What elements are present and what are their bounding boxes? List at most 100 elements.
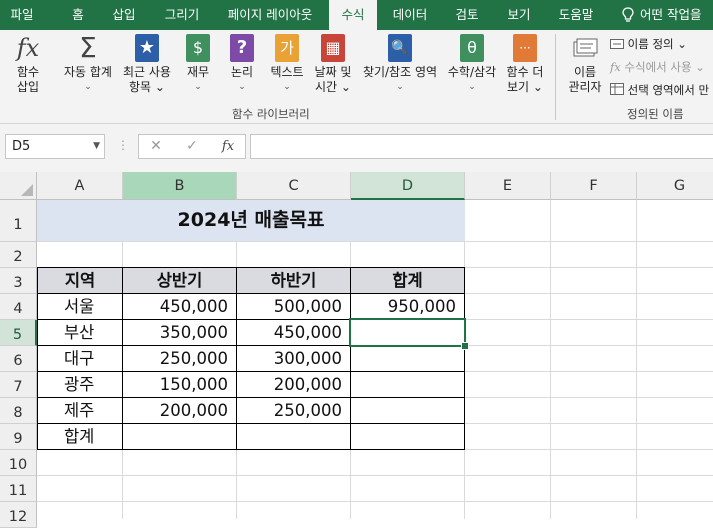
financial-button[interactable]: $ 재무 ⌄ [180, 34, 216, 95]
cell-h1[interactable]: 350,000 [122, 319, 237, 346]
row-header-1[interactable]: 1 [0, 200, 37, 242]
header-cell-total[interactable]: 합계 [350, 267, 465, 294]
title-cell[interactable]: 2024년 매출목표 [37, 200, 465, 241]
formula-input[interactable] [250, 134, 713, 159]
column-header-f[interactable]: F [551, 172, 637, 200]
cell-h2[interactable]: 450,000 [236, 319, 351, 346]
logical-button[interactable]: ? 논리 ⌄ [224, 34, 260, 95]
gridline [550, 200, 551, 519]
header-cell-region[interactable]: 지역 [37, 267, 123, 294]
row-header-11[interactable]: 11 [0, 476, 37, 502]
cell-h2[interactable]: 250,000 [236, 397, 351, 424]
cell-total[interactable] [350, 371, 465, 398]
recently-used-label-2: 항목 ⌄ [129, 80, 165, 94]
create-from-selection-button[interactable]: 선택 영역에서 만 [610, 82, 709, 98]
column-header-c[interactable]: C [237, 172, 351, 200]
financial-label: 재무 [186, 65, 210, 79]
name-manager-label-1: 이름 [573, 65, 597, 79]
active-cell-selection[interactable] [349, 318, 466, 347]
row-header-8[interactable]: 8 [0, 398, 37, 424]
define-name-icon [610, 39, 624, 49]
cell-h1[interactable]: 200,000 [122, 397, 237, 424]
tab-insert[interactable]: 삽입 [104, 0, 144, 30]
tab-file[interactable]: 파일 [2, 0, 42, 30]
insert-function-button[interactable]: fx 함수 삽입 [6, 34, 50, 95]
name-box[interactable]: D5 ▼ [5, 134, 105, 159]
date-time-label-1: 날짜 및 [314, 65, 352, 79]
cancel-icon[interactable]: ✕ [143, 135, 169, 158]
text-functions-label: 텍스트 [270, 65, 304, 79]
cell-total[interactable] [350, 423, 465, 450]
cell-h1[interactable]: 150,000 [122, 371, 237, 398]
define-name-button[interactable]: 이름 정의 ⌄ [610, 36, 687, 52]
row-header-2[interactable]: 2 [0, 242, 37, 268]
row-header-3[interactable]: 3 [0, 268, 37, 294]
worksheet-grid[interactable]: A B C D E F G 1 2 3 4 5 6 7 8 9 10 11 12… [0, 172, 713, 528]
cell-h2[interactable]: 200,000 [236, 371, 351, 398]
text-book-icon: 가 [275, 34, 299, 62]
recently-used-button[interactable]: ★ 최근 사용 항목 ⌄ [118, 34, 176, 95]
more-functions-label-2: 보기 ⌄ [507, 80, 543, 94]
row-header-5[interactable]: 5 [0, 320, 37, 346]
fx-icon: fx [16, 34, 40, 62]
column-header-d[interactable]: D [351, 172, 465, 200]
cell-total[interactable] [350, 397, 465, 424]
cell-total[interactable] [350, 345, 465, 372]
row-header-9[interactable]: 9 [0, 424, 37, 450]
cell-h1[interactable] [122, 423, 237, 450]
formula-bar-splitter[interactable]: ⋮ [117, 138, 129, 152]
autosum-dropdown-icon: ⌄ [84, 82, 92, 92]
cell-h2[interactable] [236, 423, 351, 450]
row-header-12[interactable]: 12 [0, 502, 37, 528]
math-trig-button[interactable]: θ 수학/삼각 ⌄ [444, 34, 500, 95]
tab-view[interactable]: 보기 [499, 0, 539, 30]
column-header-e[interactable]: E [465, 172, 551, 200]
enter-icon[interactable]: ✓ [179, 135, 205, 158]
cell-h2[interactable]: 300,000 [236, 345, 351, 372]
chevron-down-icon[interactable]: ▼ [93, 135, 100, 158]
header-cell-h1[interactable]: 상반기 [122, 267, 237, 294]
tab-formulas[interactable]: 수식 [329, 0, 377, 30]
cell-h2[interactable]: 500,000 [236, 293, 351, 320]
cell-region[interactable]: 부산 [37, 319, 123, 346]
cell-region[interactable]: 서울 [37, 293, 123, 320]
cell-region[interactable]: 합계 [37, 423, 123, 450]
select-all-corner[interactable] [0, 172, 37, 200]
cell-h1[interactable]: 450,000 [122, 293, 237, 320]
tab-review[interactable]: 검토 [447, 0, 487, 30]
column-header-b[interactable]: B [123, 172, 237, 200]
name-manager-label-2: 관리자 [568, 80, 602, 94]
cell-h1[interactable]: 250,000 [122, 345, 237, 372]
cell-region[interactable]: 제주 [37, 397, 123, 424]
header-cell-h2[interactable]: 하반기 [236, 267, 351, 294]
cell-region[interactable]: 대구 [37, 345, 123, 372]
tab-page-layout[interactable]: 페이지 레이아웃 [218, 0, 322, 30]
row-header-6[interactable]: 6 [0, 346, 37, 372]
tab-data[interactable]: 데이터 [384, 0, 436, 30]
row-header-10[interactable]: 10 [0, 450, 37, 476]
fill-handle[interactable] [461, 342, 469, 350]
column-header-a[interactable]: A [37, 172, 123, 200]
text-functions-button[interactable]: 가 텍스트 ⌄ [266, 34, 308, 95]
row-header-4[interactable]: 4 [0, 294, 37, 320]
tab-help[interactable]: 도움말 [550, 0, 602, 30]
tab-home[interactable]: 홈 [60, 0, 96, 30]
row-header-7[interactable]: 7 [0, 372, 37, 398]
logical-dropdown-icon: ⌄ [238, 82, 246, 92]
column-header-g[interactable]: G [637, 172, 713, 200]
insert-function-fx-icon[interactable]: fx [215, 135, 241, 158]
financial-book-icon: $ [186, 34, 210, 62]
cell-region[interactable]: 광주 [37, 371, 123, 398]
lookup-reference-button[interactable]: 🔍 찾기/참조 영역 ⌄ [356, 34, 444, 95]
define-name-label: 이름 정의 ⌄ [627, 37, 687, 51]
tell-me-search[interactable]: 어떤 작업을 [640, 0, 713, 30]
tab-draw[interactable]: 그리기 [156, 0, 208, 30]
use-in-formula-button[interactable]: fx 수식에서 사용 ⌄ [610, 59, 705, 75]
more-functions-button[interactable]: ··· 함수 더 보기 ⌄ [502, 34, 548, 95]
gridline [37, 475, 713, 476]
date-time-button[interactable]: ▦ 날짜 및 시간 ⌄ [310, 34, 356, 95]
name-manager-button[interactable]: 이름 관리자 [564, 34, 606, 95]
lookup-book-icon: 🔍 [388, 34, 412, 62]
cell-total[interactable]: 950,000 [350, 293, 465, 320]
autosum-button[interactable]: Σ 자동 합계 ⌄ [58, 34, 118, 95]
